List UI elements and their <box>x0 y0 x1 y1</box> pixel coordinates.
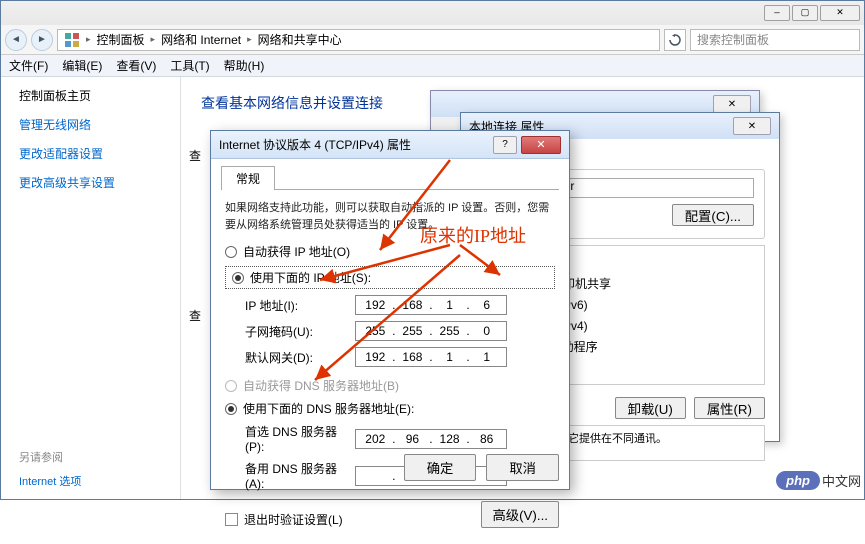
menu-edit[interactable]: 编辑(E) <box>62 57 102 74</box>
radio-auto-ip[interactable]: 自动获得 IP 地址(O) <box>225 243 555 260</box>
close-button[interactable]: ✕ <box>820 5 860 21</box>
menu-view[interactable]: 查看(V) <box>116 57 156 74</box>
ip-address-label: IP 地址(I): <box>245 297 355 314</box>
menu-tools[interactable]: 工具(T) <box>170 57 209 74</box>
chevron-right-icon: ▸ <box>151 34 156 45</box>
sidebar-link-wireless[interactable]: 管理无线网络 <box>19 116 162 133</box>
breadcrumb-item[interactable]: 网络和共享中心 <box>258 31 342 48</box>
radio-label: 使用下面的 DNS 服务器地址(E): <box>243 400 414 417</box>
sidebar-link-internet-options[interactable]: Internet 选项 <box>19 473 162 489</box>
sidebar-see-also: 另请参阅 Internet 选项 <box>19 449 162 489</box>
search-input[interactable]: 搜索控制面板 <box>690 29 860 51</box>
dialog-titlebar[interactable]: Internet 协议版本 4 (TCP/IPv4) 属性 ? ✕ <box>211 131 569 159</box>
radio-manual-dns[interactable]: 使用下面的 DNS 服务器地址(E): <box>225 400 555 417</box>
sidebar-link-sharing[interactable]: 更改高级共享设置 <box>19 174 162 191</box>
ip-address-input[interactable]: 192.168.1.6 <box>355 295 507 315</box>
minimize-button[interactable]: — <box>764 5 790 21</box>
refresh-icon <box>669 34 681 46</box>
maximize-button[interactable]: ▢ <box>792 5 818 21</box>
chevron-right-icon: ▸ <box>247 34 252 45</box>
breadcrumb-item[interactable]: 控制面板 <box>97 31 145 48</box>
checkbox-label: 退出时验证设置(L) <box>244 511 343 528</box>
titlebar: — ▢ ✕ <box>1 1 864 25</box>
subnet-mask-input[interactable]: 255.255.255.0 <box>355 321 507 341</box>
help-button[interactable]: ? <box>493 136 517 154</box>
validate-checkbox[interactable]: 退出时验证设置(L) <box>225 511 343 528</box>
close-button[interactable]: ✕ <box>521 136 561 154</box>
sidebar-link-adapter[interactable]: 更改适配器设置 <box>19 145 162 162</box>
refresh-button[interactable] <box>664 29 686 51</box>
truncated-text: 查 <box>189 147 201 164</box>
radio-label: 使用下面的 IP 地址(S): <box>250 269 371 286</box>
uninstall-button[interactable]: 卸载(U) <box>615 397 686 419</box>
radio-manual-ip[interactable]: 使用下面的 IP 地址(S): <box>225 266 555 289</box>
navbar: ◄ ► ▸ 控制面板 ▸ 网络和 Internet ▸ 网络和共享中心 搜索控制… <box>1 25 864 55</box>
sidebar-home[interactable]: 控制面板主页 <box>19 87 162 104</box>
menu-help[interactable]: 帮助(H) <box>224 57 265 74</box>
forward-button[interactable]: ► <box>31 29 53 51</box>
radio-icon <box>225 403 237 415</box>
php-cn-text: 中文网 <box>822 471 861 490</box>
radio-icon <box>232 272 244 284</box>
ipv4-properties-dialog: Internet 协议版本 4 (TCP/IPv4) 属性 ? ✕ 常规 如果网… <box>210 130 570 490</box>
close-button[interactable]: ✕ <box>733 117 771 135</box>
advanced-button[interactable]: 高级(V)... <box>481 501 559 528</box>
dns1-label: 首选 DNS 服务器(P): <box>245 423 355 454</box>
gateway-input[interactable]: 192.168.1.1 <box>355 347 507 367</box>
radio-icon <box>225 380 237 392</box>
watermark-logo: php 中文网 <box>776 471 861 490</box>
breadcrumb-item[interactable]: 网络和 Internet <box>161 31 241 48</box>
see-also-label: 另请参阅 <box>19 449 162 465</box>
note-text: 如果网络支持此功能，则可以获取自动指派的 IP 设置。否则，您需要从网络系统管理… <box>221 200 559 233</box>
checkbox-icon <box>225 513 238 526</box>
close-icon[interactable]: ✕ <box>713 95 751 113</box>
truncated-text: 查 <box>189 307 201 324</box>
address-bar[interactable]: ▸ 控制面板 ▸ 网络和 Internet ▸ 网络和共享中心 <box>57 29 660 51</box>
control-panel-icon <box>64 32 80 48</box>
radio-label: 自动获得 IP 地址(O) <box>243 243 350 260</box>
tab-strip: 常规 <box>221 165 559 190</box>
tab-general[interactable]: 常规 <box>221 166 275 190</box>
search-placeholder: 搜索控制面板 <box>697 31 769 48</box>
menu-file[interactable]: 文件(F) <box>9 57 48 74</box>
dns2-label: 备用 DNS 服务器(A): <box>245 460 355 491</box>
radio-icon <box>225 246 237 258</box>
chevron-right-icon: ▸ <box>86 34 91 45</box>
cancel-button[interactable]: 取消 <box>486 454 559 481</box>
dns1-input[interactable]: 202.96.128.86 <box>355 429 507 449</box>
configure-button[interactable]: 配置(C)... <box>672 204 754 226</box>
sidebar: 控制面板主页 管理无线网络 更改适配器设置 更改高级共享设置 另请参阅 Inte… <box>1 77 181 499</box>
php-badge: php <box>776 471 820 490</box>
gateway-label: 默认网关(D): <box>245 349 355 366</box>
radio-auto-dns: 自动获得 DNS 服务器地址(B) <box>225 377 555 394</box>
back-button[interactable]: ◄ <box>5 29 27 51</box>
dialog-title-text: Internet 协议版本 4 (TCP/IPv4) 属性 <box>219 136 411 153</box>
properties-button[interactable]: 属性(R) <box>694 397 765 419</box>
ok-button[interactable]: 确定 <box>404 454 477 481</box>
menubar: 文件(F) 编辑(E) 查看(V) 工具(T) 帮助(H) <box>1 55 864 77</box>
subnet-mask-label: 子网掩码(U): <box>245 323 355 340</box>
radio-label: 自动获得 DNS 服务器地址(B) <box>243 377 399 394</box>
